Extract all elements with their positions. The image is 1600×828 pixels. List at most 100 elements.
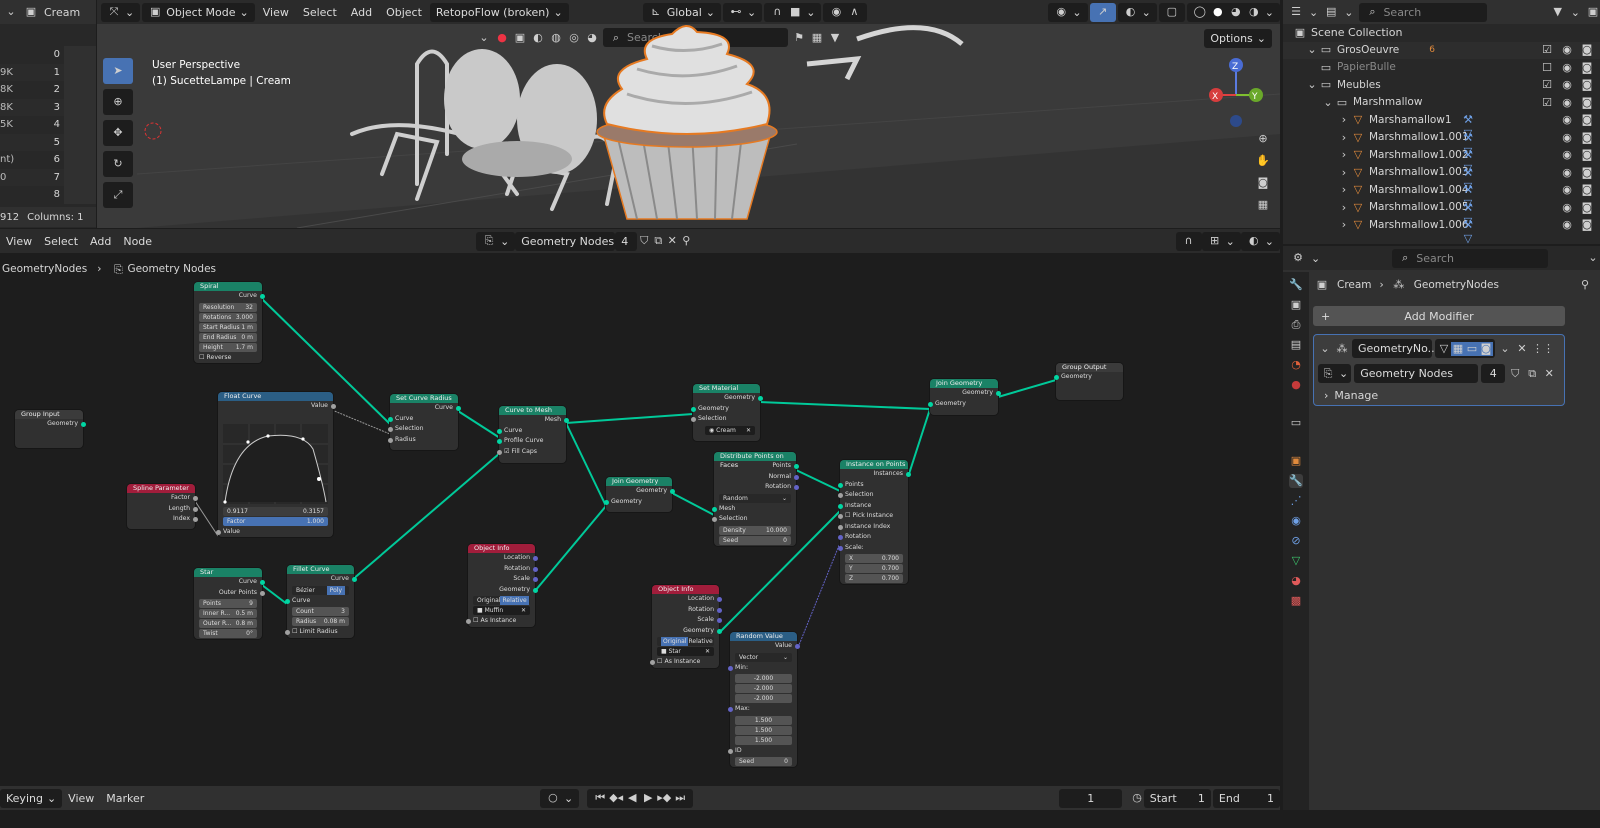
modifier-tab-icon[interactable]: 🔧	[1289, 474, 1303, 488]
exclude-checkbox-icon[interactable]: ☐	[1540, 61, 1554, 75]
min-y-field[interactable]: -2.000	[735, 684, 792, 693]
output-socket[interactable]	[716, 628, 722, 634]
pick-instance-checkbox[interactable]: ☐ Pick Instance	[837, 511, 908, 522]
modifier-toggles[interactable]: ▽ ▦ ▭ ◙	[1435, 339, 1495, 358]
collection-tab-icon[interactable]: ▭	[1289, 416, 1303, 430]
3d-viewport[interactable]: ⤧ ⌄ ▣ Object Mode ⌄ View Select Add Object…	[97, 0, 1280, 228]
output-socket[interactable]	[330, 404, 336, 409]
input-socket[interactable]	[690, 417, 696, 422]
node-object-info-star[interactable]: Object Info Location Rotation Scale Geom…	[649, 585, 722, 668]
output-socket[interactable]	[905, 472, 911, 477]
render-tab-icon[interactable]: ▣	[1289, 298, 1303, 312]
height-field[interactable]: Height 1.7 m	[199, 342, 257, 352]
fill-caps-checkbox[interactable]: ☑ Fill Caps	[496, 447, 566, 458]
outliner-editor-icon[interactable]: ☰	[1289, 5, 1303, 19]
camera-icon[interactable]: ◙	[1580, 166, 1594, 180]
scale-z-field[interactable]: Z 0.700	[845, 574, 903, 583]
camera-icon[interactable]: ◙	[1580, 218, 1594, 232]
modifier-icon[interactable]: ⚒ ▽	[1461, 166, 1475, 193]
fake-user-icon[interactable]: ⛉	[1508, 367, 1522, 381]
seed-field[interactable]: Seed 0	[735, 757, 792, 766]
keying-menu[interactable]: Keying ⌄	[0, 788, 63, 808]
menu-add[interactable]: Add	[345, 6, 378, 19]
outliner-row[interactable]: › ▽ Marshamallow1 ⚒ ▽ ◉ ◙	[1283, 112, 1600, 140]
output-socket[interactable]	[995, 391, 1001, 396]
node-spiral[interactable]: Spiral Curve Resolution 32 Rotations 3.000…	[194, 282, 265, 363]
factor-field[interactable]: Factor 1.000	[223, 516, 328, 526]
chevron-down-icon[interactable]: ⌄	[4, 5, 18, 19]
visibility-button[interactable]: ◉ ⌄	[1048, 2, 1088, 22]
tool-tab-icon[interactable]: 🔧	[1289, 278, 1303, 292]
modifier-icon[interactable]: ⚒ ▽	[1461, 113, 1475, 140]
input-socket[interactable]	[387, 416, 393, 422]
eye-icon[interactable]: ◉	[1560, 166, 1574, 180]
input-socket[interactable]	[837, 503, 843, 509]
node-set-material[interactable]: Set Material Geometry Geometry Selection…	[690, 384, 763, 441]
max-y-field[interactable]: 1.500	[735, 725, 792, 735]
input-socket[interactable]	[711, 517, 717, 522]
duplicate-icon[interactable]: ⧉	[1525, 367, 1539, 381]
seed-field[interactable]: Seed 0	[719, 535, 791, 545]
node-join-geometry-1[interactable]: Join Geometry Geometry Geometry	[603, 477, 675, 512]
node-object-info-muffin[interactable]: Object Info Location Rotation Scale Geom…	[465, 544, 538, 627]
pivot-button[interactable]: ⊷ ⌄	[723, 2, 763, 22]
output-socket[interactable]	[716, 597, 722, 602]
tree-users-count[interactable]: 4	[1481, 364, 1506, 383]
world-tab-icon[interactable]: ●	[1289, 378, 1303, 392]
output-socket[interactable]	[563, 418, 569, 423]
disclosure-icon[interactable]: ⌄	[1305, 43, 1319, 57]
output-socket[interactable]	[793, 485, 799, 490]
overlay-button[interactable]: ◐ ⌄	[1117, 2, 1157, 22]
fillet-mode-toggle[interactable]: Bézier Poly	[292, 585, 349, 595]
node-random-value[interactable]: Random Value Value Vector ⌄ Min: -2.000 -…	[727, 632, 800, 767]
end-frame-field[interactable]: End 1	[1212, 788, 1281, 808]
output-socket[interactable]	[532, 556, 538, 561]
node-spline-parameter[interactable]: Spline Parameter Factor Length Index	[127, 484, 198, 529]
xray-button[interactable]: ▢	[1158, 2, 1185, 22]
hand-icon[interactable]: ✋	[1256, 154, 1270, 168]
twist-field[interactable]: Twist 0°	[199, 629, 257, 638]
scene-collection-row[interactable]: ▣ Scene Collection	[1283, 24, 1600, 42]
node-editor[interactable]: View Select Add Node ⎘ ⌄ Geometry Nodes 4…	[0, 229, 1280, 785]
disclosure-icon[interactable]: ⌄	[1305, 78, 1319, 92]
transform-space-toggle[interactable]: Original Relative	[473, 596, 530, 605]
collapse-icon[interactable]: ⌄	[1586, 251, 1600, 265]
eye-icon[interactable]: ◉	[1560, 96, 1574, 110]
data-tab-icon[interactable]: ▽	[1289, 554, 1303, 568]
eye-icon[interactable]: ◉	[1560, 78, 1574, 92]
scene-tab-icon[interactable]: ◔	[1289, 358, 1303, 372]
shading-buttons[interactable]: ◯ ● ◕ ◑ ⌄	[1186, 2, 1280, 22]
start-frame-field[interactable]: Start 1	[1143, 788, 1211, 808]
camera-icon[interactable]: ◙	[1580, 201, 1594, 215]
output-socket[interactable]	[80, 422, 86, 427]
outliner-row[interactable]: › ▽ Marshmallow1.001 ⚒ ▽ ◉ ◙	[1283, 129, 1600, 158]
density-field[interactable]: Density 10.000	[719, 525, 791, 535]
outliner-row[interactable]: ⌄ ▭ Marshmallow ☑ ◉ ◙	[1283, 94, 1600, 112]
display-mode-icon[interactable]: ▤	[1324, 5, 1338, 19]
output-socket[interactable]	[532, 566, 538, 572]
node-float-curve[interactable]: Float Curve Value 0.9117 0.3157 Factor 1.0…	[215, 392, 336, 537]
material-tab-icon[interactable]: ◕	[1289, 574, 1303, 588]
new-collection-icon[interactable]: ▣	[1586, 5, 1600, 19]
node-distribute-points[interactable]: Distribute Points on Faces Points Normal…	[711, 452, 799, 546]
outer-radius-field[interactable]: Outer R... 0.8 m	[199, 619, 257, 628]
node-instance-on-points[interactable]: Instance on Points Instances Points Sele…	[837, 460, 911, 584]
output-socket[interactable]	[716, 618, 722, 623]
camera-icon[interactable]: ◙	[1580, 61, 1594, 75]
scale-y-field[interactable]: Y 0.700	[845, 564, 903, 573]
modifier-name-field[interactable]: GeometryNo...	[1352, 339, 1438, 358]
node-set-curve-radius[interactable]: Set Curve Radius Curve Curve Selection R…	[387, 394, 461, 450]
max-z-field[interactable]: 1.500	[735, 735, 792, 745]
eye-icon[interactable]: ◉	[1560, 148, 1574, 162]
texture-tab-icon[interactable]: ▩	[1289, 594, 1303, 608]
node-fillet-curve[interactable]: Fillet Curve Curve Bézier Poly Curve Coun…	[284, 565, 357, 638]
object-field[interactable]: ■ Star ✕	[657, 647, 714, 656]
current-frame-field[interactable]: 1	[1059, 788, 1123, 808]
output-socket[interactable]	[757, 396, 763, 401]
outliner-search-input[interactable]: ⌕ Search	[1359, 2, 1488, 22]
transform-space-toggle[interactable]: Original Relative	[657, 637, 714, 646]
input-socket[interactable]	[711, 506, 717, 512]
timeline-menu-view[interactable]: View	[62, 792, 100, 805]
output-socket[interactable]	[259, 294, 265, 299]
input-socket[interactable]	[727, 665, 733, 671]
